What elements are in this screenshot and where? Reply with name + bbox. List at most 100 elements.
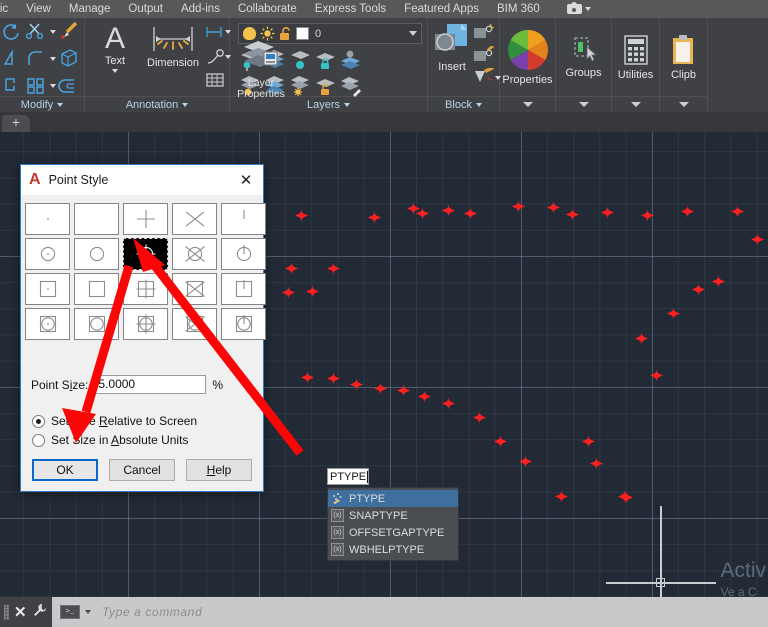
cancel-button[interactable]: Cancel [109,459,175,481]
calculator-icon[interactable] [621,34,651,66]
array-icon[interactable] [26,76,48,96]
groups-panel-expand[interactable] [556,96,611,112]
layer-merge-icon[interactable] [339,75,362,98]
utilities-panel-expand[interactable] [612,96,659,112]
array-chevron-down-icon[interactable] [50,84,56,88]
point-style-sqcirc-cross[interactable] [172,308,217,340]
point-object[interactable] [554,489,568,503]
ribbon-tab-output[interactable]: Output [119,0,172,18]
point-object[interactable] [326,261,340,275]
match-properties-icon[interactable] [58,21,80,41]
point-object[interactable] [441,396,455,410]
ribbon-tab-add-ins[interactable]: Add-ins [172,0,229,18]
point-object[interactable] [546,200,560,214]
point-object[interactable] [600,205,614,219]
point-object[interactable] [441,203,455,217]
point-object[interactable] [634,331,648,345]
point-object[interactable] [281,285,295,299]
point-object[interactable] [417,389,431,403]
point-style-circle-cross[interactable] [172,238,217,270]
point-object[interactable] [711,274,725,288]
point-object[interactable] [589,456,603,470]
stretch-icon[interactable] [2,76,22,96]
layer-make-current-icon[interactable] [339,49,362,72]
point-size-input[interactable]: 5.0000 [94,375,207,394]
dim-linear-icon[interactable] [205,24,225,40]
point-object[interactable] [326,371,340,385]
command-suggestion-snaptype[interactable]: (x) SNAPTYPE [328,507,458,524]
ribbon-panel-annotation-title[interactable]: Annotation [85,96,229,112]
point-object[interactable] [750,232,764,246]
point-object[interactable] [581,434,595,448]
close-icon[interactable]: ✕ [14,605,27,620]
table-icon[interactable] [205,71,225,89]
ribbon-tab-collaborate[interactable]: Collaborate [229,0,306,18]
radio-set-size-in-absolute-units[interactable]: Set Size in Absolute Units [32,433,188,447]
point-object[interactable] [472,410,486,424]
layer-lock-icon[interactable] [314,49,337,72]
point-style-square-plus[interactable] [123,273,168,305]
clipboard-panel-expand[interactable] [660,96,707,112]
point-style-circle-tick[interactable] [221,238,266,270]
point-object[interactable] [300,370,314,384]
command-suggestion-wbhelptype[interactable]: (x) WBHELPTYPE [328,541,458,558]
point-style-sqcirc-blank[interactable] [74,308,119,340]
point-object[interactable] [691,282,705,296]
create-block-icon[interactable] [473,23,495,42]
leader-icon[interactable] [205,48,225,66]
point-object[interactable] [518,454,532,468]
chevron-down-icon[interactable] [85,610,91,614]
dialog-title-bar[interactable]: A Point Style ✕ [21,165,263,195]
clipboard-icon[interactable] [670,34,698,66]
point-style-square-dot[interactable] [25,273,70,305]
point-object[interactable] [680,204,694,218]
point-style-square-cross[interactable] [172,273,217,305]
point-object[interactable] [415,206,429,220]
ribbon-panel-modify-title[interactable]: Modify [0,96,84,112]
layer-unlock-all-icon[interactable] [314,75,337,98]
define-attributes-icon[interactable] [473,68,495,87]
properties-color-wheel-icon[interactable] [506,28,550,72]
point-style-square-blank[interactable] [74,273,119,305]
help-button[interactable]: Help [186,459,252,481]
point-style-dot[interactable] [25,203,70,235]
radio-set-size-relative-to-screen[interactable]: Set Size Relative to Screen [32,414,197,428]
point-style-tick[interactable] [221,203,266,235]
dimension-tool[interactable]: Dimension [141,24,205,69]
insert-block-button[interactable]: Insert [431,22,473,73]
fillet-icon[interactable] [26,49,48,69]
rotate-icon[interactable] [2,22,22,42]
point-style-sqcirc-plus[interactable] [123,308,168,340]
point-style-cross[interactable] [172,203,217,235]
point-object[interactable] [294,208,308,222]
group-icon[interactable] [569,35,599,65]
mirror-icon[interactable] [2,49,22,69]
point-style-circle-plus[interactable] [123,238,168,270]
new-tab-button[interactable]: + [2,115,30,132]
fillet-chevron-down-icon[interactable] [50,57,56,61]
ribbon-tab-parametric[interactable]: ric [0,0,17,18]
point-object[interactable] [463,206,477,220]
point-object[interactable] [649,368,663,382]
ribbon-tab-manage[interactable]: Manage [60,0,120,18]
point-object[interactable] [565,207,579,221]
command-input-area[interactable]: >_ Type a command [52,597,768,627]
point-style-circle-dot[interactable] [25,238,70,270]
wrench-icon[interactable] [32,603,47,621]
point-style-square-tick[interactable] [221,273,266,305]
point-style-circle-blank[interactable] [74,238,119,270]
point-object[interactable] [284,261,298,275]
ribbon-tab-view[interactable]: View [17,0,60,18]
layer-properties-button[interactable]: Layer Properties [236,38,286,100]
command-line-input[interactable]: PTYPE [327,468,369,485]
point-style-sqcirc-dot[interactable] [25,308,70,340]
drag-grip-handle[interactable] [4,604,9,620]
point-object[interactable] [305,284,319,298]
3d-array-icon[interactable] [58,48,80,70]
point-object[interactable] [619,490,633,504]
chevron-down-icon[interactable] [409,31,417,36]
ribbon-panel-block-title[interactable]: Block [428,96,499,112]
point-object[interactable] [373,381,387,395]
trim-icon[interactable] [26,21,48,41]
ok-button[interactable]: OK [32,459,98,481]
